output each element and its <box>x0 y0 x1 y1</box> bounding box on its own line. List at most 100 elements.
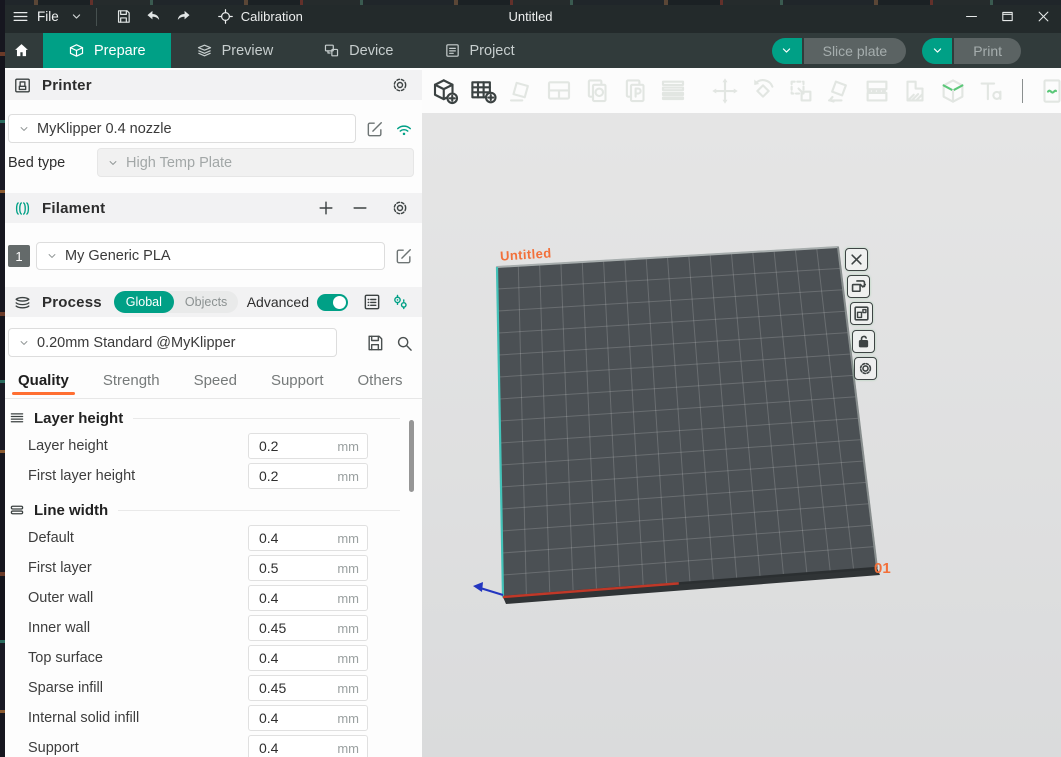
first-layer-input[interactable]: 0.5mm <box>248 555 368 581</box>
setting-value: 0.2 <box>259 468 278 484</box>
filament-index-badge[interactable]: 1 <box>8 245 30 267</box>
top-surface-input[interactable]: 0.4mm <box>248 645 368 671</box>
process-icon <box>13 293 32 312</box>
setting-row-outer-wall: Outer wall 0.4mm <box>28 585 368 611</box>
chevron-down-icon <box>45 249 59 263</box>
internal-solid-infill-input[interactable]: 0.4mm <box>248 705 368 731</box>
wifi-connection-icon[interactable] <box>394 119 414 139</box>
process-tab-strength[interactable]: Strength <box>101 372 162 395</box>
support-input[interactable]: 0.4 mm <box>248 735 368 757</box>
viewport-3d[interactable]: Untitled 01 <box>422 68 1061 757</box>
plate-number-label: 01 <box>874 560 891 577</box>
remove-filament-icon[interactable] <box>350 198 370 218</box>
file-menu[interactable]: File <box>37 9 59 24</box>
setting-unit: mm <box>337 741 359 756</box>
tab-device[interactable]: Device <box>298 33 418 68</box>
setting-unit: mm <box>337 681 359 696</box>
group-title: Layer height <box>34 410 123 427</box>
arrange-plate-button[interactable] <box>847 275 870 298</box>
process-tab-speed[interactable]: Speed <box>192 372 239 395</box>
process-section-title: Process <box>42 294 102 311</box>
layer-height-input[interactable]: 0.2mm <box>248 433 368 459</box>
tab-label: Preview <box>222 43 274 59</box>
slice-plate-split-button: Slice plate <box>772 38 907 64</box>
bed-type-dropdown[interactable]: High Temp Plate <box>97 148 414 177</box>
filament-settings-gear-icon[interactable] <box>390 198 410 218</box>
plate-layout-button[interactable] <box>850 302 873 325</box>
calibration-icon <box>217 8 234 25</box>
process-tab-support[interactable]: Support <box>269 372 326 395</box>
tab-prepare[interactable]: Prepare <box>43 33 171 68</box>
setting-label: First layer height <box>28 468 135 484</box>
inner-wall-input[interactable]: 0.45mm <box>248 615 368 641</box>
slice-options-button[interactable] <box>772 38 802 64</box>
chevron-down-icon <box>106 156 120 170</box>
print-split-button: Print <box>922 38 1021 64</box>
process-preset-value: 0.20mm Standard @MyKlipper <box>37 335 235 351</box>
setting-unit: mm <box>337 651 359 666</box>
search-settings-icon[interactable] <box>394 333 414 353</box>
lock-plate-button[interactable] <box>852 330 875 353</box>
process-tuning-icon[interactable] <box>390 292 410 312</box>
print-button[interactable]: Print <box>954 38 1021 64</box>
setting-value: 0.4 <box>259 740 278 756</box>
setting-row-top-surface: Top surface 0.4mm <box>28 645 368 671</box>
process-tab-others[interactable]: Others <box>356 372 405 395</box>
scope-objects-button[interactable]: Objects <box>174 295 238 309</box>
process-tabs: QualityStrengthSpeedSupportOthers <box>16 369 398 395</box>
setting-row-inner-wall: Inner wall0.45mm <box>28 615 368 641</box>
plate-settings-button[interactable] <box>854 357 877 380</box>
add-filament-icon[interactable] <box>316 198 336 218</box>
file-chevron-down-icon[interactable] <box>69 9 84 24</box>
home-button[interactable] <box>0 33 43 68</box>
setting-label: Default <box>28 530 74 546</box>
first-layer-height-input[interactable]: 0.2 mm <box>248 463 368 489</box>
menu-icon[interactable] <box>12 8 29 25</box>
printer-preset-dropdown[interactable]: MyKlipper 0.4 nozzle <box>8 114 356 143</box>
delete-plate-button[interactable] <box>845 248 868 271</box>
build-plate[interactable] <box>422 68 1061 757</box>
save-preset-icon[interactable] <box>365 333 385 353</box>
scope-global-button[interactable]: Global <box>114 291 174 313</box>
settings-list: Layer heightLayer height0.2mmFirst layer… <box>0 407 422 757</box>
slice-plate-button[interactable]: Slice plate <box>804 38 907 64</box>
setting-row-first-layer-height: First layer height 0.2 mm <box>28 463 368 489</box>
process-section-header: Process Global Objects Advanced <box>5 287 422 317</box>
chevron-down-icon <box>17 336 31 350</box>
screen-edge-artifact-top <box>0 0 1061 5</box>
edit-printer-icon[interactable] <box>365 119 385 139</box>
home-icon <box>13 42 30 59</box>
default-input[interactable]: 0.4mm <box>248 525 368 551</box>
printer-settings-gear-icon[interactable] <box>390 75 410 95</box>
panel-scrollbar[interactable] <box>409 420 414 492</box>
plate-name-label[interactable]: Untitled <box>500 245 552 263</box>
filament-preset-dropdown[interactable]: My Generic PLA <box>36 242 385 270</box>
setting-label: Top surface <box>28 650 103 666</box>
filament-icon <box>13 199 32 218</box>
outer-wall-input[interactable]: 0.4mm <box>248 585 368 611</box>
parameter-table-icon[interactable] <box>362 292 382 312</box>
minimize-icon <box>964 9 979 24</box>
tab-project[interactable]: Project <box>419 33 540 68</box>
print-options-button[interactable] <box>922 38 952 64</box>
advanced-label: Advanced <box>247 294 309 310</box>
setting-label: Outer wall <box>28 590 93 606</box>
tab-preview[interactable]: Preview <box>171 33 299 68</box>
sparse-infill-input[interactable]: 0.45mm <box>248 675 368 701</box>
advanced-toggle[interactable] <box>317 294 348 311</box>
printer-icon <box>13 76 32 95</box>
setting-unit: mm <box>337 469 359 484</box>
setting-row-sparse-infill: Sparse infill0.45mm <box>28 675 368 701</box>
process-preset-dropdown[interactable]: 0.20mm Standard @MyKlipper <box>8 328 337 357</box>
chevron-down-icon <box>930 43 945 58</box>
calibration-button[interactable]: Calibration <box>217 8 303 25</box>
edit-filament-icon[interactable] <box>394 246 414 266</box>
setting-value: 0.4 <box>259 530 278 546</box>
undo-icon <box>145 8 162 25</box>
setting-unit: mm <box>337 591 359 606</box>
printer-preset-value: MyKlipper 0.4 nozzle <box>37 121 172 137</box>
setting-unit: mm <box>337 439 359 454</box>
process-tab-quality[interactable]: Quality <box>16 372 71 395</box>
build-plate-scene[interactable]: Untitled 01 <box>422 113 1061 757</box>
tab-label: Prepare <box>94 43 146 59</box>
